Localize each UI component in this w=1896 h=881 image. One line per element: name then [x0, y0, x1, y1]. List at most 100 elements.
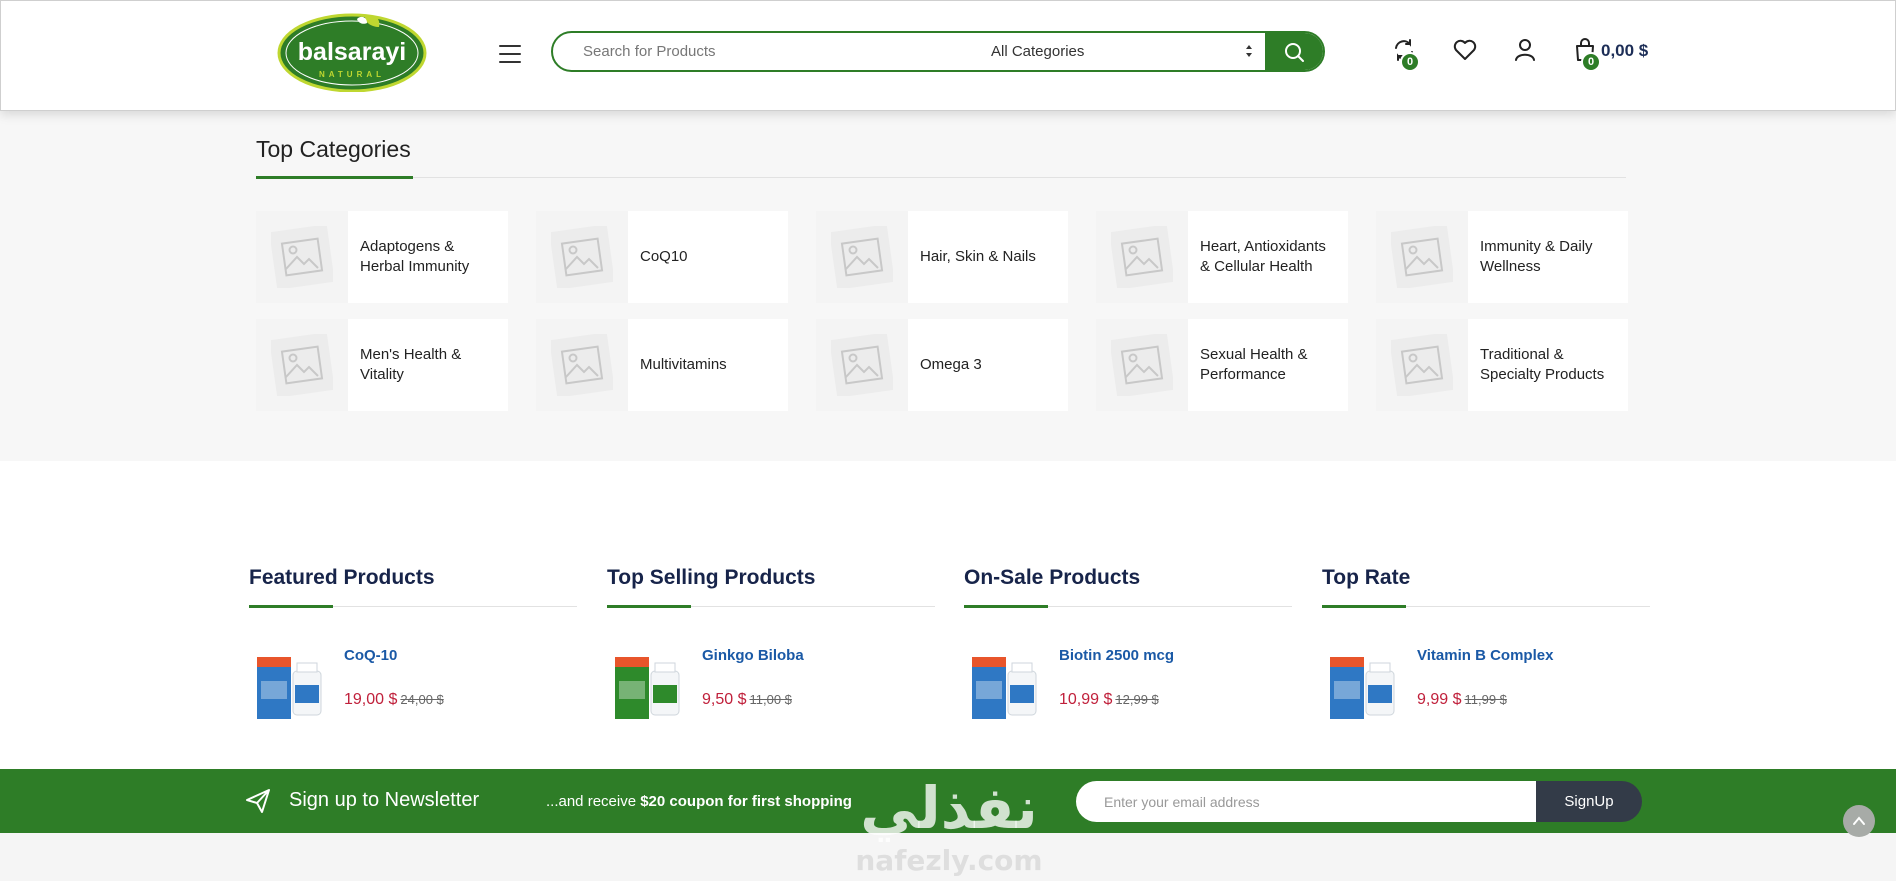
category-card[interactable]: Sexual Health & Performance: [1096, 319, 1348, 411]
image-placeholder-icon: [1111, 226, 1173, 288]
current-price: 19,00 $: [344, 691, 398, 708]
old-price: 11,99 $: [1464, 692, 1507, 707]
heart-icon: [1453, 39, 1477, 60]
section-divider: [256, 177, 1626, 178]
product-name-link[interactable]: CoQ-10: [344, 647, 397, 664]
category-thumbnail: [256, 211, 348, 303]
category-card[interactable]: Hair, Skin & Nails: [816, 211, 1068, 303]
image-placeholder-icon: [271, 334, 333, 396]
image-placeholder-icon: [831, 226, 893, 288]
paper-plane-icon: [246, 789, 270, 813]
product-column: On-Sale Products Biotin 2500 mcg 10,99 $12…: [964, 566, 1292, 725]
category-card[interactable]: CoQ10: [536, 211, 788, 303]
category-thumbnail: [816, 211, 908, 303]
category-card[interactable]: Men's Health & Vitality: [256, 319, 508, 411]
category-select-value: All Categories: [991, 43, 1085, 60]
product-price: 19,00 $24,00 $: [344, 691, 444, 709]
product-image[interactable]: [970, 645, 1042, 725]
category-thumbnail: [1376, 319, 1468, 411]
category-thumbnail: [1376, 211, 1468, 303]
section-title-accent: [256, 176, 413, 179]
search-bar: All Categories: [551, 31, 1325, 72]
old-price: 11,00 $: [749, 692, 792, 707]
category-card[interactable]: Multivitamins: [536, 319, 788, 411]
current-price: 9,50 $: [702, 691, 747, 708]
product-name-link[interactable]: Ginkgo Biloba: [702, 647, 804, 664]
product-name-link[interactable]: Vitamin B Complex: [1417, 647, 1553, 664]
category-name: Men's Health & Vitality: [360, 346, 462, 383]
product-item[interactable]: Ginkgo Biloba 9,50 $11,00 $: [607, 645, 935, 725]
column-divider: [964, 605, 1292, 608]
current-price: 9,99 $: [1417, 691, 1462, 708]
product-column-title: Featured Products: [249, 566, 435, 589]
account-button[interactable]: [1512, 37, 1540, 65]
hamburger-icon: [499, 45, 521, 47]
category-thumbnail: [816, 319, 908, 411]
product-item[interactable]: Vitamin B Complex 9,99 $11,99 $: [1322, 645, 1650, 725]
category-thumbnail: [1096, 211, 1188, 303]
category-name: Adaptogens & Herbal Immunity: [360, 238, 470, 275]
column-divider: [607, 605, 935, 608]
newsletter-bar: Sign up to Newsletter ...and receive $20…: [0, 769, 1896, 833]
cart-total[interactable]: 0,00 $: [1601, 41, 1648, 61]
product-name-link[interactable]: Biotin 2500 mcg: [1059, 647, 1174, 664]
footer-strip: [0, 833, 1896, 881]
image-placeholder-icon: [271, 226, 333, 288]
category-card[interactable]: Immunity & Daily Wellness: [1376, 211, 1628, 303]
category-thumbnail: [1096, 319, 1188, 411]
category-select[interactable]: All Categories: [991, 33, 1267, 70]
product-column-title: Top Selling Products: [607, 566, 816, 589]
old-price: 12,99 $: [1115, 692, 1159, 707]
top-categories-title: Top Categories: [256, 136, 411, 162]
category-thumbnail: [256, 319, 348, 411]
category-name: Multivitamins: [640, 356, 727, 373]
category-name: CoQ10: [640, 248, 688, 265]
category-card[interactable]: Adaptogens & Herbal Immunity: [256, 211, 508, 303]
newsletter-title: Sign up to Newsletter: [289, 789, 480, 811]
image-placeholder-icon: [1111, 334, 1173, 396]
image-placeholder-icon: [831, 334, 893, 396]
select-arrows-icon: [1246, 45, 1252, 57]
old-price: 24,00 $: [400, 692, 444, 707]
user-icon: [1515, 39, 1535, 61]
cart-count-badge: 0: [1581, 52, 1601, 72]
category-name: Traditional & Specialty Products: [1480, 346, 1605, 383]
scroll-to-top-button[interactable]: [1843, 805, 1875, 837]
category-thumbnail: [536, 319, 628, 411]
site-header: balsarayi NATURAL All Categories 0: [0, 0, 1896, 111]
product-item[interactable]: Biotin 2500 mcg 10,99 $12,99 $: [964, 645, 1292, 725]
logo-subtext: NATURAL: [319, 70, 385, 79]
product-image[interactable]: [613, 645, 685, 725]
search-input[interactable]: [553, 33, 973, 70]
image-placeholder-icon: [1391, 226, 1453, 288]
product-image[interactable]: [1328, 645, 1400, 725]
newsletter-subtitle: ...and receive $20 coupon for first shop…: [546, 793, 852, 810]
product-item[interactable]: CoQ-10 19,00 $24,00 $: [249, 645, 577, 725]
category-name: Immunity & Daily Wellness: [1480, 238, 1593, 275]
newsletter-email-input[interactable]: [1076, 781, 1536, 822]
wishlist-button[interactable]: [1452, 37, 1480, 65]
balsarayi-logo[interactable]: balsarayi NATURAL: [277, 11, 427, 92]
image-placeholder-icon: [551, 334, 613, 396]
product-column: Top Rate Vitamin B Complex 9,99 $11,99 $: [1322, 566, 1650, 725]
product-column-title: Top Rate: [1322, 566, 1411, 589]
compare-button[interactable]: 0: [1391, 37, 1420, 72]
category-thumbnail: [536, 211, 628, 303]
category-card[interactable]: Omega 3: [816, 319, 1068, 411]
product-column: Featured Products CoQ-10 19,00 $24,00 $: [249, 566, 577, 725]
product-price: 9,99 $11,99 $: [1417, 691, 1507, 709]
product-image[interactable]: [255, 645, 327, 725]
category-card[interactable]: Traditional & Specialty Products: [1376, 319, 1628, 411]
category-card[interactable]: Heart, Antioxidants & Cellular Health: [1096, 211, 1348, 303]
column-divider: [249, 605, 577, 608]
search-icon: [1285, 42, 1304, 62]
newsletter-signup-button[interactable]: SignUp: [1536, 781, 1642, 822]
category-name: Heart, Antioxidants & Cellular Health: [1200, 238, 1326, 275]
product-column: Top Selling Products Ginkgo Biloba 9,50 $1…: [607, 566, 935, 725]
column-divider: [1322, 605, 1650, 608]
image-placeholder-icon: [1391, 334, 1453, 396]
cart-button[interactable]: 0: [1572, 37, 1601, 72]
menu-toggle-button[interactable]: [499, 45, 521, 63]
compare-count-badge: 0: [1400, 52, 1420, 72]
search-button[interactable]: [1265, 33, 1323, 70]
